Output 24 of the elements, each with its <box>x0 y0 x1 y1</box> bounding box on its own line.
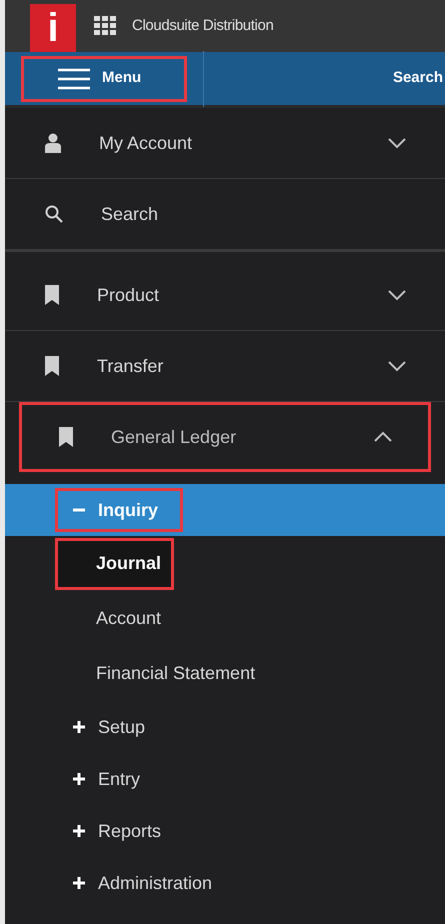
menu-button[interactable]: Menu <box>21 56 187 102</box>
bookmark-icon <box>59 427 73 447</box>
app-title: Cloudsuite Distribution <box>132 16 274 36</box>
nav-group-item[interactable]: Setup <box>55 705 170 749</box>
nav-group-item[interactable]: Inquiry <box>55 488 184 532</box>
nav-sub-item[interactable]: Journal <box>55 538 174 590</box>
search-link[interactable]: Search <box>392 67 445 90</box>
menu-icon <box>58 68 90 90</box>
nav-item[interactable]: Transfer <box>5 331 445 401</box>
bookmark-icon <box>45 356 59 376</box>
nav-sub-item[interactable]: Financial Statement <box>55 648 268 700</box>
nav-group-item[interactable]: Administration <box>55 861 238 905</box>
bookmark-icon <box>45 285 59 305</box>
nav-item[interactable]: My Account <box>5 108 445 178</box>
nav-item[interactable]: General Ledger <box>19 402 431 472</box>
app-grid-icon <box>94 16 116 36</box>
nav-item[interactable]: Product <box>5 260 445 330</box>
nav-sub-item[interactable]: Account <box>55 592 174 644</box>
search-icon <box>45 205 63 223</box>
nav-item[interactable]: Search <box>5 179 445 249</box>
nav-group-item[interactable]: Entry <box>55 757 166 801</box>
app-logo: i <box>30 4 76 52</box>
nav-group-item[interactable]: Reports <box>55 809 186 853</box>
person-icon <box>45 133 61 153</box>
